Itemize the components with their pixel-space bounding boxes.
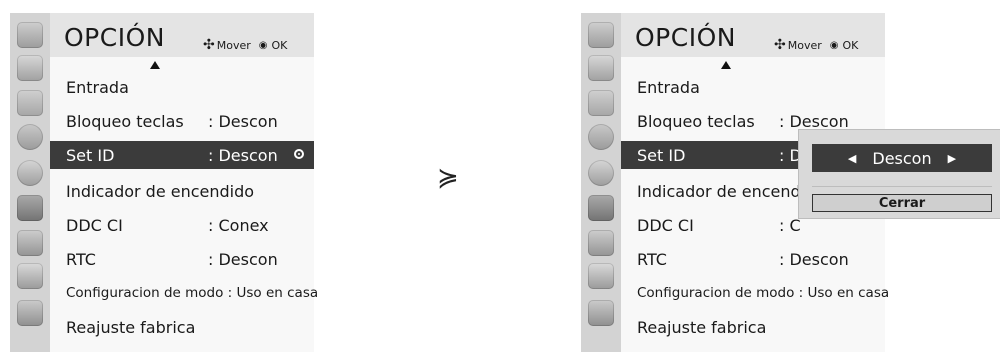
option-icon[interactable] xyxy=(17,195,43,221)
lock-icon[interactable] xyxy=(588,230,614,256)
set-id-popup: ◀ Descon ▶ Cerrar xyxy=(799,130,1000,218)
popup-divider xyxy=(812,186,992,187)
menu-item-entrada[interactable]: Entrada xyxy=(50,73,314,101)
move-arrows-icon: ✣ xyxy=(774,37,786,53)
osd-menu-left: OPCIÓN ✣ Mover ◉ OK Entrada Bloqueo tecl… xyxy=(10,13,318,352)
display-icon[interactable] xyxy=(17,90,43,116)
picture-icon[interactable] xyxy=(17,55,43,81)
menu-item-bloqueo-teclas[interactable]: Bloqueo teclas : Descon xyxy=(50,107,314,135)
ok-icon: ◉ xyxy=(829,39,839,51)
set-id-value-selector[interactable]: ◀ Descon ▶ xyxy=(812,144,992,172)
lock-icon[interactable] xyxy=(17,230,43,256)
audio-icon[interactable] xyxy=(588,124,614,150)
input-icon[interactable] xyxy=(17,263,43,289)
scroll-up-arrow-icon[interactable] xyxy=(721,61,731,69)
menu-item-reajuste-fabrica[interactable]: Reajuste fabrica xyxy=(50,313,314,341)
support-icon[interactable] xyxy=(588,300,614,326)
category-icon-column xyxy=(581,13,621,352)
scroll-up-arrow-icon[interactable] xyxy=(150,61,160,69)
ok-label: OK xyxy=(271,38,288,52)
menu-item-set-id[interactable]: Set ID : Descon xyxy=(50,141,314,169)
menu-item-configuracion-modo[interactable]: Configuracion de modo : Uso en casa xyxy=(621,279,889,307)
move-label: Mover xyxy=(216,38,251,52)
move-arrows-icon: ✣ xyxy=(203,37,215,53)
menu-item-indicador-encendido[interactable]: Indicador de encendido xyxy=(50,177,314,205)
input-icon[interactable] xyxy=(588,263,614,289)
setup-icon[interactable] xyxy=(17,22,43,48)
ok-icon: ◉ xyxy=(258,39,268,51)
support-icon[interactable] xyxy=(17,300,43,326)
menu-item-rtc[interactable]: RTC : Descon xyxy=(621,245,885,273)
nav-legend: ✣ Mover ◉ OK xyxy=(774,37,858,53)
close-button[interactable]: Cerrar xyxy=(812,194,992,212)
transition-arrow-icon: ≽ xyxy=(437,163,459,193)
time-icon[interactable] xyxy=(588,160,614,186)
menu-item-reajuste-fabrica[interactable]: Reajuste fabrica xyxy=(621,313,885,341)
set-id-value: Descon xyxy=(872,148,932,168)
menu-title: OPCIÓN xyxy=(635,23,736,52)
nav-legend: ✣ Mover ◉ OK xyxy=(203,37,287,53)
menu-item-configuracion-modo[interactable]: Configuracion de modo : Uso en casa xyxy=(50,279,318,307)
left-arrow-icon[interactable]: ◀ xyxy=(848,152,856,165)
option-menu-list: Entrada Bloqueo teclas : Descon Set ID :… xyxy=(50,57,318,352)
ok-label: OK xyxy=(842,38,859,52)
ok-select-icon xyxy=(294,149,304,159)
menu-item-entrada[interactable]: Entrada xyxy=(621,73,885,101)
display-icon[interactable] xyxy=(588,90,614,116)
audio-icon[interactable] xyxy=(17,124,43,150)
time-icon[interactable] xyxy=(17,160,43,186)
menu-title: OPCIÓN xyxy=(64,23,165,52)
menu-item-rtc[interactable]: RTC : Descon xyxy=(50,245,314,273)
setup-icon[interactable] xyxy=(588,22,614,48)
option-icon[interactable] xyxy=(588,195,614,221)
picture-icon[interactable] xyxy=(588,55,614,81)
menu-item-ddc-ci[interactable]: DDC CI : Conex xyxy=(50,211,314,239)
right-arrow-icon[interactable]: ▶ xyxy=(948,152,956,165)
category-icon-column xyxy=(10,13,50,352)
move-label: Mover xyxy=(787,38,822,52)
